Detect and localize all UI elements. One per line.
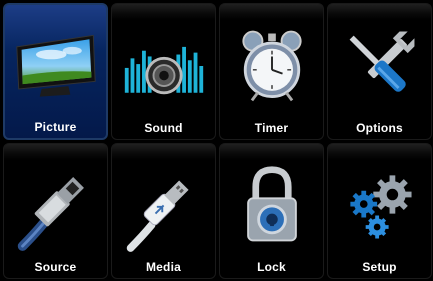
hdmi-cable-icon xyxy=(4,156,107,257)
tv-icon xyxy=(5,17,106,116)
menu-label-timer: Timer xyxy=(254,120,289,135)
gears-icon xyxy=(328,156,431,257)
alarm-clock-icon xyxy=(220,16,323,117)
usb-cable-icon xyxy=(112,156,215,257)
menu-label-lock: Lock xyxy=(257,260,286,274)
main-menu-grid: Picture Sound Timer Options Source Media… xyxy=(3,3,432,279)
menu-tile-source[interactable]: Source xyxy=(3,142,108,279)
menu-label-options: Options xyxy=(356,120,403,135)
menu-tile-picture[interactable]: Picture xyxy=(3,3,108,140)
padlock-icon xyxy=(220,156,323,257)
menu-label-media: Media xyxy=(145,260,181,274)
menu-label-setup: Setup xyxy=(362,260,397,274)
wrench-screwdriver-icon xyxy=(328,16,431,117)
menu-label-source: Source xyxy=(34,260,77,274)
menu-tile-sound[interactable]: Sound xyxy=(111,3,216,140)
menu-tile-timer[interactable]: Timer xyxy=(219,3,324,140)
speaker-equalizer-icon xyxy=(112,16,215,117)
menu-label-picture: Picture xyxy=(34,119,77,134)
menu-tile-options[interactable]: Options xyxy=(327,3,432,140)
menu-label-sound: Sound xyxy=(144,120,183,135)
menu-tile-lock[interactable]: Lock xyxy=(219,142,324,279)
menu-tile-media[interactable]: Media xyxy=(111,142,216,279)
menu-tile-setup[interactable]: Setup xyxy=(327,142,432,279)
